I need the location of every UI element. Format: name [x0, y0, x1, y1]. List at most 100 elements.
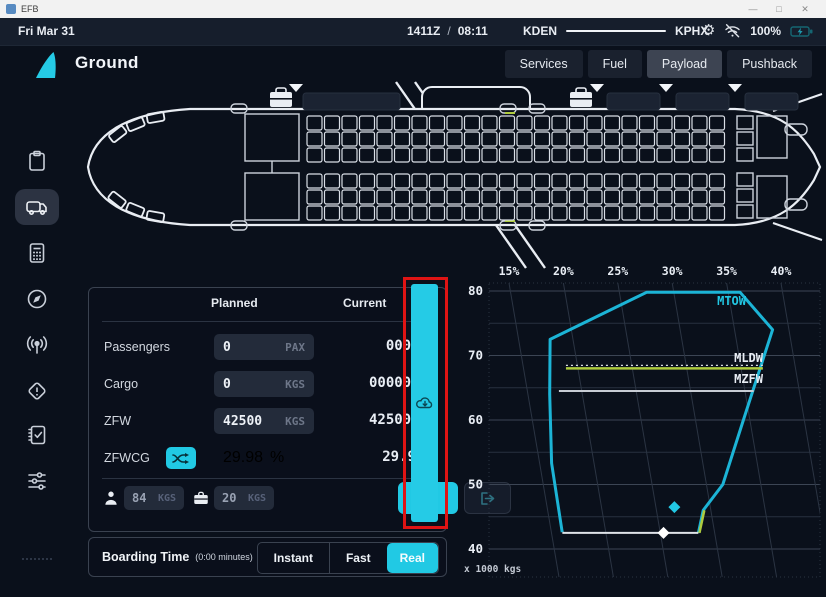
sidebar-item-checklist[interactable] [15, 417, 59, 453]
window-titlebar: EFB — □ ✕ [0, 0, 826, 18]
battery-charging-icon [790, 25, 814, 38]
row-zfwcg: ZFWCG 29.98 % 29.98 % [102, 445, 438, 471]
ground-vehicle-icon [24, 195, 50, 219]
shuffle-icon [172, 452, 190, 465]
sidebar-item-flightplan[interactable] [15, 143, 59, 179]
row-label: ZFWCG [104, 451, 150, 465]
battery-percent: 100% [750, 24, 781, 38]
sidebar: ⚙ [0, 45, 75, 597]
sidebar-item-performance[interactable] [15, 235, 59, 271]
input-unit: KGS [285, 378, 305, 391]
cargo-bar-aft2[interactable] [676, 93, 729, 110]
time-group: 1411Z / 08:11 [407, 24, 488, 38]
cargo-bar-fwd[interactable] [303, 93, 400, 110]
briefcase-icon [270, 88, 292, 107]
maximize-button[interactable]: □ [766, 4, 792, 14]
boarding-option-fast[interactable]: Fast [330, 543, 387, 573]
sidebar-item-equipment[interactable] [15, 463, 59, 499]
cargo-bar-aft1[interactable] [607, 93, 660, 110]
boarding-time-title: Boarding Time [102, 550, 189, 564]
hazard-diamond-icon [25, 379, 49, 403]
cargo-arrow-aft2[interactable] [659, 84, 673, 92]
svg-text:30%: 30% [662, 264, 683, 278]
window-title: EFB [21, 4, 39, 14]
briefcase-icon [570, 88, 592, 107]
briefcase-icon [192, 489, 210, 507]
cargo-bar-aft3[interactable] [745, 93, 798, 110]
tab-fuel[interactable]: Fuel [588, 50, 642, 78]
pax-weight-input[interactable]: 84 KGS [124, 486, 184, 510]
footer-divider [102, 478, 433, 479]
sidebar-item-hazards[interactable] [15, 373, 59, 409]
planned-unit: % [270, 449, 284, 467]
planned-value-cell: 29.98 % [223, 449, 284, 467]
svg-text:40: 40 [468, 541, 483, 556]
sidebar-item-ground[interactable] [15, 189, 59, 225]
boarding-time-panel: Boarding Time (0:00 minutes) Instant Fas… [88, 537, 447, 577]
input-value: 42500 [223, 414, 262, 429]
input-value: 0 [223, 377, 231, 392]
date-label: Fri Mar 31 [18, 24, 75, 38]
cargo-arrow-fwd[interactable] [289, 84, 303, 92]
zfw-input[interactable]: 42500 KGS [214, 408, 314, 434]
input-value: 0 [223, 340, 231, 355]
svg-text:25%: 25% [607, 264, 628, 278]
svg-text:MTOW: MTOW [717, 294, 747, 308]
tab-pushback[interactable]: Pushback [727, 50, 812, 78]
row-label: Cargo [104, 377, 138, 391]
row-label: ZFW [104, 414, 131, 428]
tab-payload[interactable]: Payload [647, 50, 722, 78]
local-time: 08:11 [458, 24, 488, 38]
bag-weight-input[interactable]: 20 KGS [214, 486, 274, 510]
boarding-option-instant[interactable]: Instant [258, 543, 329, 573]
origin-airport: KDEN [523, 24, 557, 38]
payload-panel: Planned Current Passengers 0 PAX 000 PAX… [88, 287, 447, 532]
time-separator: / [447, 24, 450, 38]
input-value: 84 [132, 491, 146, 505]
tab-services[interactable]: Services [505, 50, 583, 78]
efb-app: EFB — □ ✕ Fri Mar 31 1411Z / 08:11 KDEN … [0, 0, 826, 597]
svg-text:70: 70 [468, 348, 483, 363]
cargo-arrow-aft1[interactable] [590, 84, 604, 92]
planned-column-header: Planned [211, 296, 258, 310]
cargo-indicators [270, 84, 798, 110]
weights-footer-row: 84 KGS 20 KGS [102, 486, 438, 512]
boarding-time-duration: (0:00 minutes) [195, 552, 253, 562]
current-value: 42500 [369, 412, 411, 428]
status-bar: Fri Mar 31 1411Z / 08:11 KDEN KPHX ⚙ 100… [0, 18, 826, 46]
utc-time: 1411Z [407, 24, 440, 38]
minimize-button[interactable]: — [740, 4, 766, 14]
sidebar-item-navigation[interactable] [15, 281, 59, 317]
close-button[interactable]: ✕ [792, 4, 818, 15]
cargo-input[interactable]: 0 KGS [214, 371, 314, 397]
tow-cg-marker [668, 501, 680, 513]
clipboard-icon [25, 149, 49, 173]
input-unit: PAX [285, 341, 305, 354]
sidebar-item-radio[interactable] [15, 327, 59, 363]
wifi-off-icon[interactable] [724, 23, 741, 39]
row-label: Passengers [104, 340, 170, 354]
input-value: 20 [222, 491, 236, 505]
antenna-icon [24, 333, 50, 357]
passengers-input[interactable]: 0 PAX [214, 334, 314, 360]
fuselage-outline [88, 109, 820, 225]
svg-text:MLDW: MLDW [734, 351, 764, 365]
calculator-icon [25, 241, 49, 265]
cargo-arrow-aft3[interactable] [728, 84, 742, 92]
planned-value: 29.98 [223, 449, 263, 467]
current-value: 000 [386, 338, 411, 354]
route-line [566, 30, 666, 32]
randomize-cg-button[interactable] [166, 447, 196, 469]
row-passengers: Passengers 0 PAX 000 PAX [102, 334, 438, 360]
page-title: Ground [75, 53, 139, 73]
tab-bar: Services Fuel Payload Pushback [505, 50, 812, 78]
boarding-option-real[interactable]: Real [387, 543, 438, 573]
cloud-download-icon [415, 395, 435, 411]
input-unit: KGS [248, 493, 266, 504]
input-unit: KGS [158, 493, 176, 504]
payload-load-slider[interactable] [411, 284, 438, 522]
settings-gear-icon[interactable]: ⚙ [702, 21, 715, 41]
sidebar-divider [22, 558, 52, 560]
svg-text:MZFW: MZFW [734, 372, 764, 386]
compass-icon [25, 287, 49, 311]
